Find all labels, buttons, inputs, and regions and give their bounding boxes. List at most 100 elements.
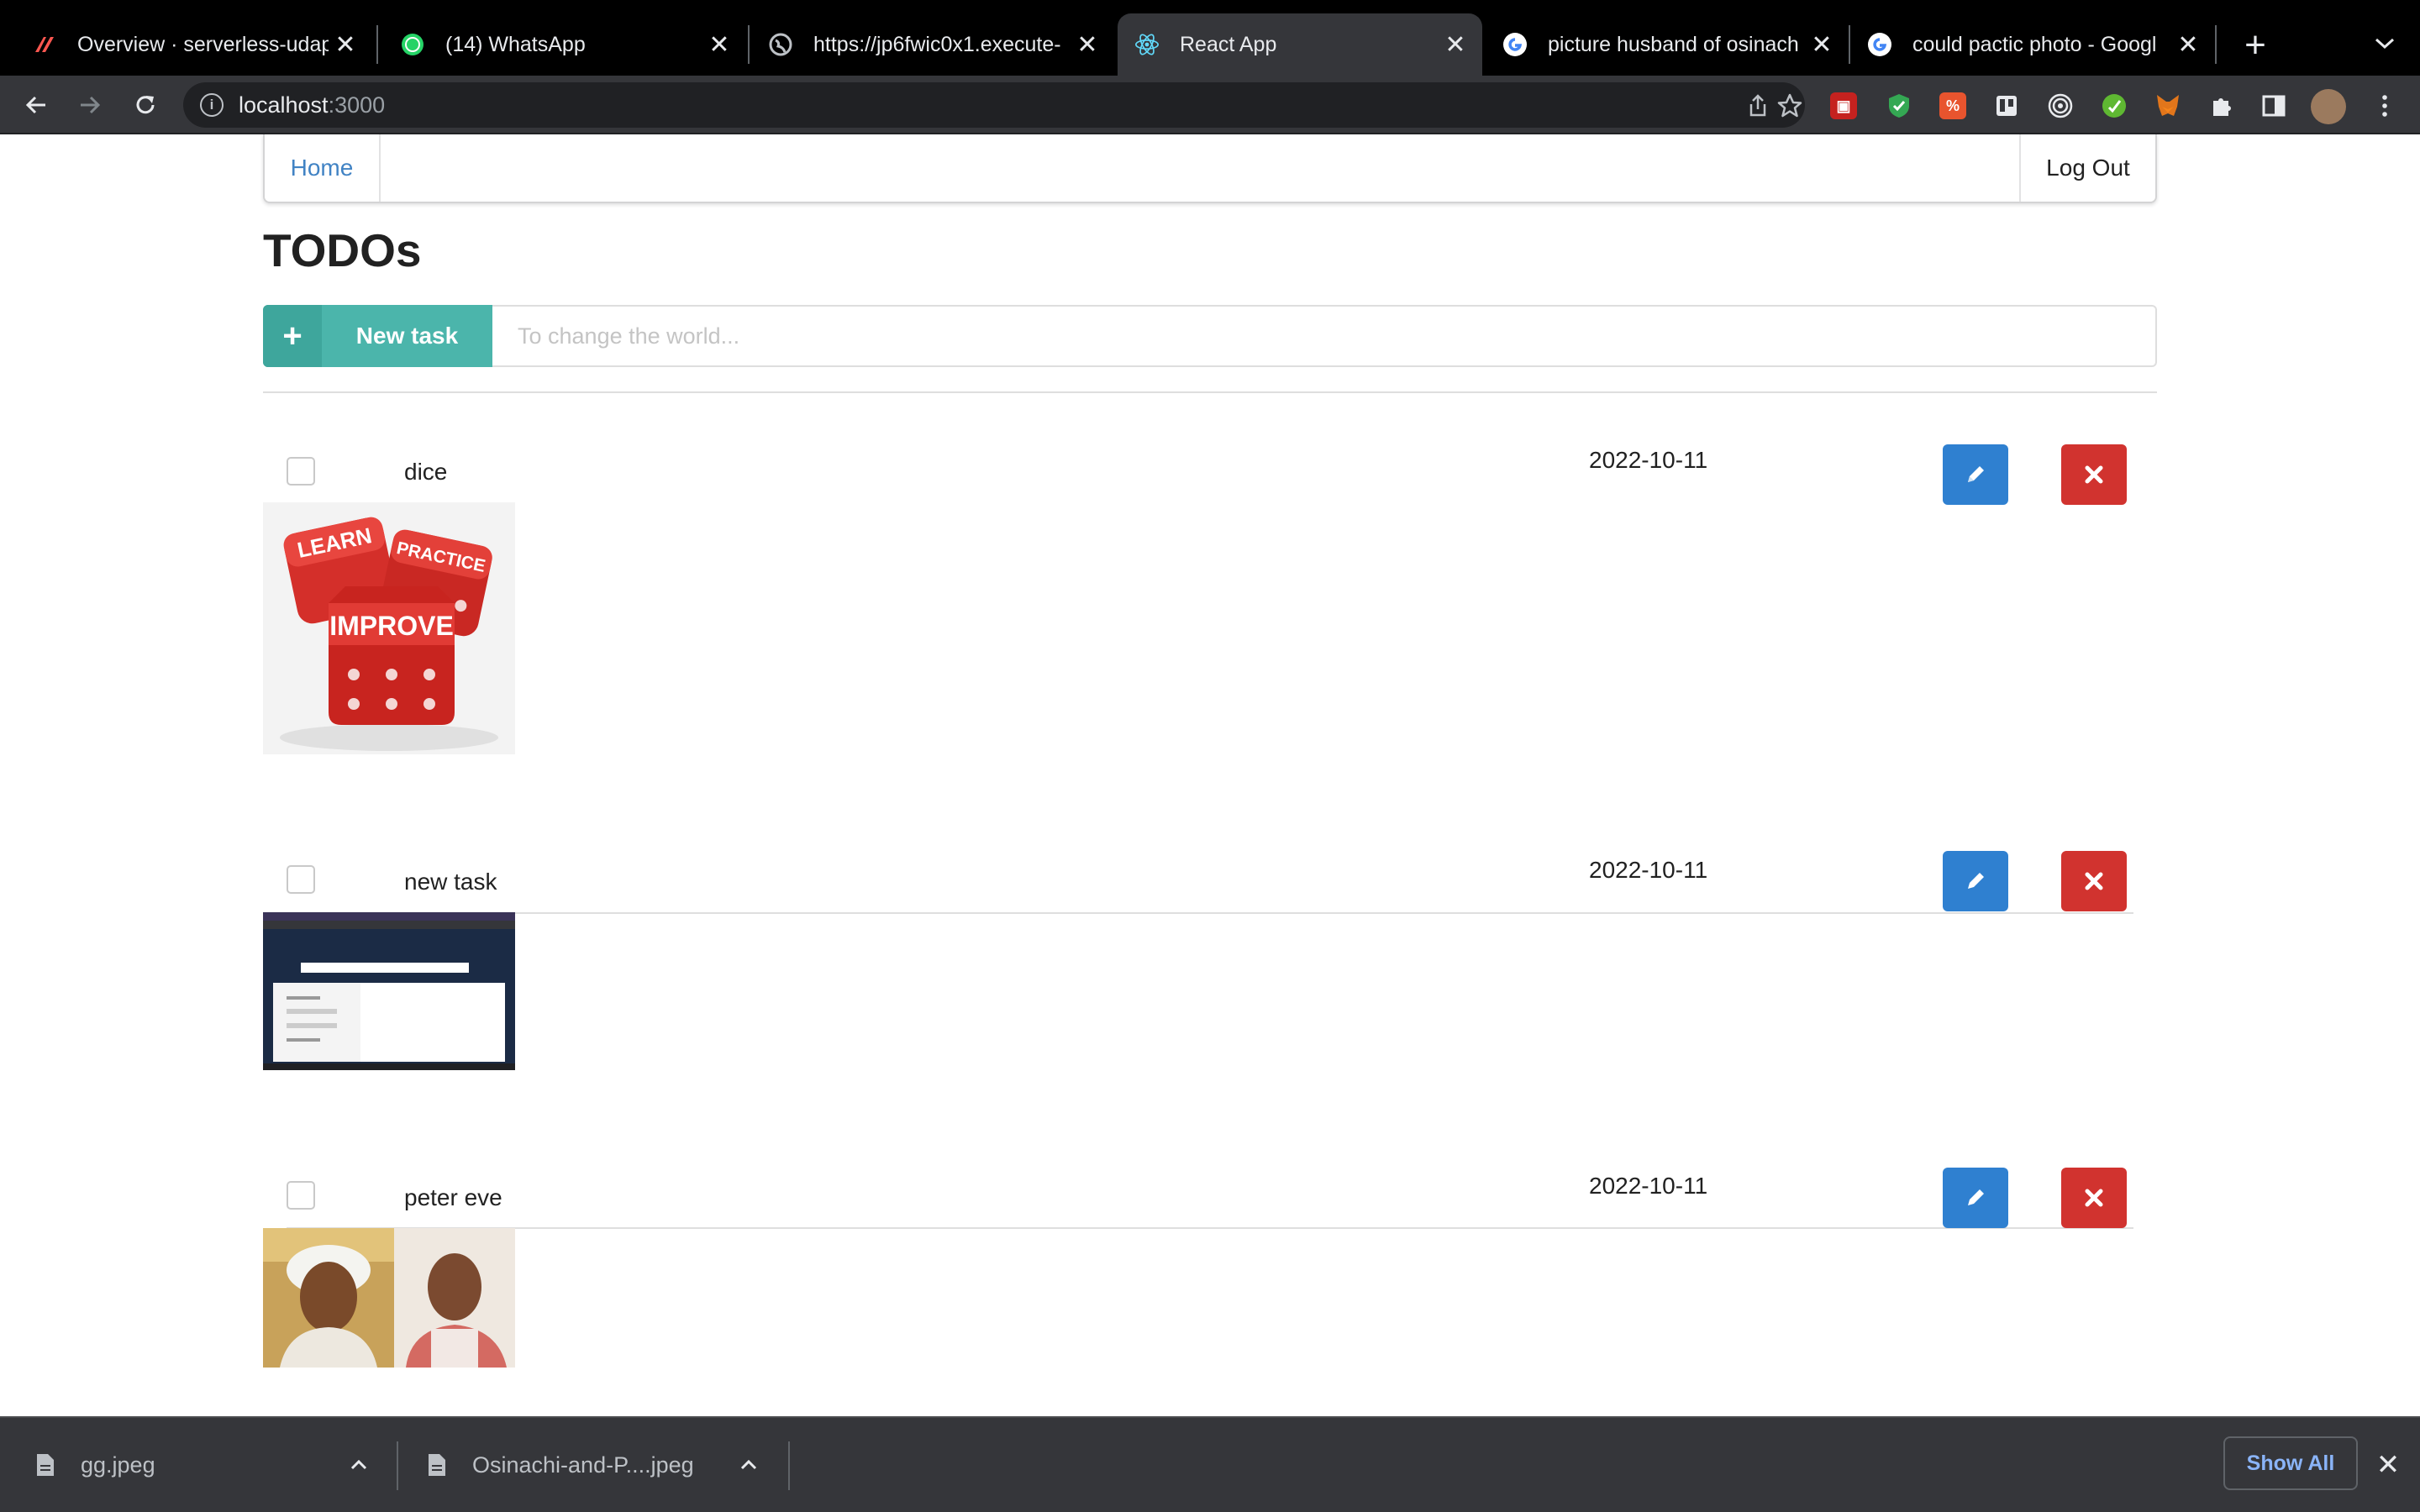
todo-name: dice: [404, 459, 448, 485]
extension-red-icon[interactable]: ▣: [1830, 92, 1857, 119]
todo-due-date: 2022-10-11: [1589, 447, 1708, 473]
react-logo-icon: [1134, 32, 1160, 57]
todo-image-portraits: [263, 1228, 515, 1368]
logout-link[interactable]: Log Out: [2019, 134, 2155, 202]
delete-button[interactable]: [2061, 444, 2127, 505]
todo-image-dice: LEARN PRACTICE IMPROVE: [263, 502, 515, 754]
chevron-up-icon[interactable]: [736, 1452, 761, 1478]
extension-green-icon[interactable]: [2101, 92, 2128, 119]
delete-button[interactable]: [2061, 851, 2127, 911]
plus-icon: +: [263, 305, 322, 367]
tab-title: (14) WhatsApp: [445, 32, 586, 56]
side-panel-icon[interactable]: [2260, 92, 2287, 119]
google-logo-icon: [1502, 32, 1528, 57]
todo-checkbox[interactable]: [287, 1181, 315, 1210]
reload-icon[interactable]: [123, 82, 168, 128]
profile-avatar[interactable]: [2311, 89, 2346, 124]
close-icon: [2085, 1189, 2103, 1207]
extension-trello-icon[interactable]: [1993, 92, 2020, 119]
download-separator: [788, 1441, 790, 1490]
tab-react-app[interactable]: React App ✕: [1118, 13, 1482, 76]
edit-button[interactable]: [1943, 444, 2008, 505]
tab-separator: [376, 25, 378, 64]
globe-icon: [768, 32, 793, 57]
tab-title: React App: [1180, 32, 1277, 56]
tab-close-icon[interactable]: ✕: [2171, 28, 2205, 61]
todo-due-date: 2022-10-11: [1589, 1173, 1708, 1199]
todo-checkbox[interactable]: [287, 865, 315, 894]
chevron-up-icon[interactable]: [346, 1452, 371, 1478]
todo-item: dice 2022-10-11 LEARN PRACTICE IMPROVE: [263, 444, 2157, 914]
browser-toolbar: i localhost:3000 ▣ %: [0, 76, 2420, 134]
extension-metamask-fox-icon[interactable]: [2154, 92, 2181, 119]
download-shelf: gg.jpeg Osinachi-and-P....jpeg Show All …: [0, 1416, 2420, 1512]
show-all-button[interactable]: Show All: [2223, 1436, 2358, 1490]
tab-strip: Overview · serverless-udap ✕ (14) WhatsA…: [0, 0, 2420, 76]
download-item[interactable]: gg.jpeg: [35, 1418, 397, 1512]
delete-button[interactable]: [2061, 1168, 2127, 1228]
new-tab-button[interactable]: +: [2235, 24, 2275, 66]
file-icon: [37, 1454, 54, 1476]
whatsapp-icon: [400, 32, 425, 57]
new-task-label: New task: [355, 323, 459, 349]
tab-search-chevron-icon[interactable]: [2366, 25, 2403, 62]
close-icon: [2085, 872, 2103, 890]
tab-close-icon[interactable]: ✕: [1439, 28, 1472, 61]
extensions-puzzle-icon[interactable]: [2208, 92, 2235, 119]
tab-close-icon[interactable]: ✕: [1071, 28, 1104, 61]
todo-name: peter eve: [404, 1184, 502, 1210]
tab-close-icon[interactable]: ✕: [1805, 28, 1839, 61]
close-download-shelf-icon[interactable]: ✕: [2371, 1448, 2405, 1482]
address-url[interactable]: localhost:3000: [239, 92, 385, 118]
page-content: Home Log Out TODOs + New task dice 2022-…: [0, 134, 2420, 1416]
new-task-bar: + New task: [263, 305, 2157, 367]
download-separator: [397, 1441, 398, 1490]
tab-title: https://jp6fwic0x1.execute-: [813, 32, 1061, 56]
extension-shield-icon[interactable]: [1886, 92, 1912, 119]
tab-whatsapp[interactable]: (14) WhatsApp ✕: [380, 13, 746, 76]
download-item[interactable]: Osinachi-and-P....jpeg: [427, 1418, 788, 1512]
tab-close-icon[interactable]: ✕: [702, 28, 736, 61]
pencil-icon: [1968, 873, 1984, 889]
divider: [263, 391, 2157, 393]
extension-translate-icon[interactable]: %: [1939, 92, 1966, 119]
todo-item: peter eve 2022-10-11: [263, 1168, 2157, 1416]
address-bar[interactable]: i localhost:3000: [183, 82, 1805, 128]
serverless-logo-icon: [32, 32, 57, 57]
forward-arrow-icon[interactable]: [67, 82, 113, 128]
share-icon[interactable]: [1744, 92, 1771, 119]
todo-image-screenshot: [263, 912, 515, 1070]
tab-serverless[interactable]: Overview · serverless-udap ✕: [0, 13, 372, 76]
close-icon: [2085, 465, 2103, 484]
site-info-icon[interactable]: i: [200, 93, 224, 117]
tab-separator: [2215, 25, 2217, 64]
extension-target-icon[interactable]: [2047, 92, 2074, 119]
tab-title: picture husband of osinach: [1548, 32, 1799, 56]
new-task-button[interactable]: + New task: [263, 305, 492, 367]
todo-name: new task: [404, 869, 497, 895]
bookmark-star-icon[interactable]: [1776, 92, 1803, 119]
home-link[interactable]: Home: [265, 134, 381, 202]
todo-due-date: 2022-10-11: [1589, 857, 1708, 883]
edit-button[interactable]: [1943, 1168, 2008, 1228]
edit-button[interactable]: [1943, 851, 2008, 911]
new-task-input[interactable]: [492, 305, 2157, 367]
tab-api-url[interactable]: https://jp6fwic0x1.execute- ✕: [750, 13, 1114, 76]
todo-checkbox[interactable]: [287, 457, 315, 486]
tab-title: could pactic photo - Googl: [1912, 32, 2157, 56]
pencil-icon: [1968, 466, 1984, 482]
dice-word: IMPROVE: [329, 611, 454, 641]
page-title: TODOs: [263, 224, 422, 276]
back-arrow-icon[interactable]: [13, 82, 59, 128]
tab-close-icon[interactable]: ✕: [329, 28, 362, 61]
download-filename: gg.jpeg: [81, 1452, 155, 1478]
pencil-icon: [1968, 1189, 1984, 1205]
browser-menu-icon[interactable]: [2371, 92, 2398, 119]
google-logo-icon: [1867, 32, 1892, 57]
tab-title: Overview · serverless-udap: [77, 32, 329, 56]
browser-window: Overview · serverless-udap ✕ (14) WhatsA…: [0, 0, 2420, 1512]
tab-google-search-2[interactable]: could pactic photo - Googl ✕: [1850, 13, 2215, 76]
tab-google-search-1[interactable]: picture husband of osinach ✕: [1484, 13, 1849, 76]
download-filename: Osinachi-and-P....jpeg: [472, 1452, 694, 1478]
file-icon: [429, 1454, 445, 1476]
